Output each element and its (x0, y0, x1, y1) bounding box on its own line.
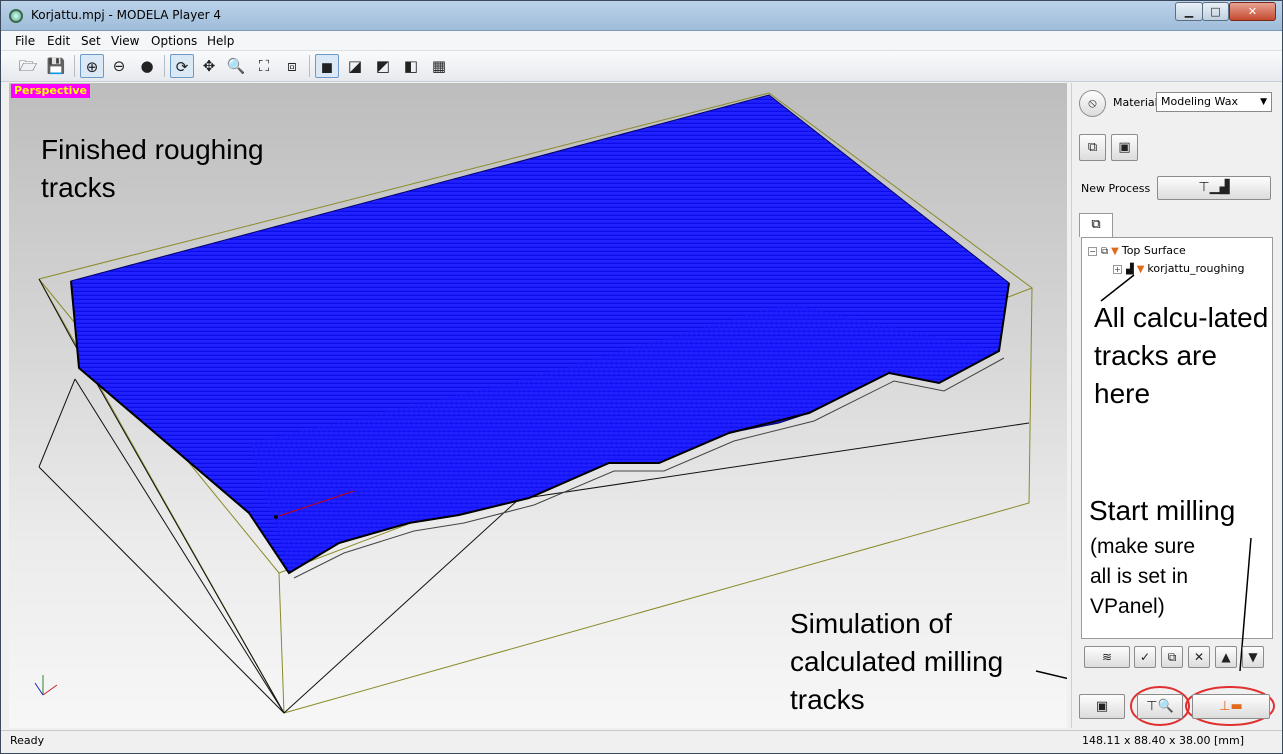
view-perspective-icon[interactable]: ◼ (315, 54, 339, 78)
minimize-button[interactable]: ▁ (1175, 2, 1203, 21)
status-dimensions: 148.11 x 88.40 x 38.00 [mm] (1082, 734, 1244, 747)
tool-check-icon[interactable]: ✓ (1134, 646, 1156, 668)
status-text: Ready (10, 734, 45, 747)
annotation-arrow-simulation (1035, 670, 1067, 680)
title-bar[interactable]: Korjattu.mpj - MODELA Player 4 ▁ □ ✕ (1, 1, 1282, 31)
menu-file[interactable]: File (15, 34, 35, 48)
3d-viewport[interactable]: Perspective Finished roughing tracks Sim… (9, 83, 1067, 728)
menu-options[interactable]: Options (151, 34, 197, 48)
delete-icon[interactable]: ✕ (1188, 646, 1210, 668)
sphere-shaded-icon[interactable]: ● (135, 54, 159, 78)
simulation-search-icon: ⊤🔍 (1146, 699, 1174, 714)
view-iso-icon[interactable]: ◧ (399, 54, 423, 78)
open-folder-icon[interactable]: 🗁 (16, 54, 40, 78)
move-down-icon[interactable]: ▼ (1242, 646, 1264, 668)
move-icon[interactable]: ✥ (197, 54, 221, 78)
move-up-icon[interactable]: ▲ (1215, 646, 1237, 668)
menu-view[interactable]: View (111, 34, 139, 48)
view-grid-icon[interactable]: ▦ (427, 54, 451, 78)
start-milling-button[interactable]: ⊥▬ (1192, 694, 1270, 719)
fit-icon[interactable]: ⛶ (252, 54, 276, 78)
menu-set[interactable]: Set (81, 34, 101, 48)
zoom-icon[interactable]: 🔍 (224, 54, 248, 78)
copy-icon[interactable]: ⧉ (1161, 646, 1183, 668)
simulation-button[interactable]: ⊤🔍 (1137, 694, 1183, 719)
toolbar: 🗁 💾 ⊕ ⊖ ● ⟳ ✥ 🔍 ⛶ ⧈ ◼ ◪ ◩ ◧ ▦ (1, 51, 1282, 82)
save-icon[interactable]: 💾 (44, 54, 68, 78)
process-panel: ⦸ Material Modeling Wax ▼ ⧉ ▣ New Proces… (1071, 83, 1282, 728)
maximize-button[interactable]: □ (1202, 2, 1229, 21)
annotation-start-note: (make sure all is set in VPanel) (1090, 535, 1196, 618)
annotation-start-milling: Start milling (1089, 495, 1236, 526)
app-window: Korjattu.mpj - MODELA Player 4 ▁ □ ✕ Fil… (0, 0, 1283, 754)
view-front-icon[interactable]: ◪ (343, 54, 367, 78)
zoom-box-icon[interactable]: ⧈ (280, 54, 304, 78)
toolbar-separator (164, 55, 165, 77)
close-button[interactable]: ✕ (1229, 2, 1276, 21)
window-title: Korjattu.mpj - MODELA Player 4 (31, 8, 222, 22)
toolbar-separator (74, 55, 75, 77)
menu-bar: File Edit Set View Options Help (1, 31, 1282, 51)
annotation-calculated-tracks: All calcu-lated tracks are here (1094, 302, 1269, 409)
preview-icon[interactable]: ▣ (1079, 694, 1125, 719)
menu-help[interactable]: Help (207, 34, 234, 48)
toolbar-separator (309, 55, 310, 77)
view-side-icon[interactable]: ◩ (371, 54, 395, 78)
sphere-outline-icon[interactable]: ⊖ (107, 54, 131, 78)
mill-tool-icon: ⊥▬ (1219, 699, 1243, 714)
menu-edit[interactable]: Edit (47, 34, 70, 48)
app-icon (9, 9, 23, 23)
wireframe-icon[interactable]: ⊕ (80, 54, 104, 78)
rotate-icon[interactable]: ⟳ (170, 54, 194, 78)
path-edit-icon[interactable]: ≋ (1084, 646, 1130, 668)
status-bar: Ready 148.11 x 88.40 x 38.00 [mm] (1, 730, 1282, 753)
